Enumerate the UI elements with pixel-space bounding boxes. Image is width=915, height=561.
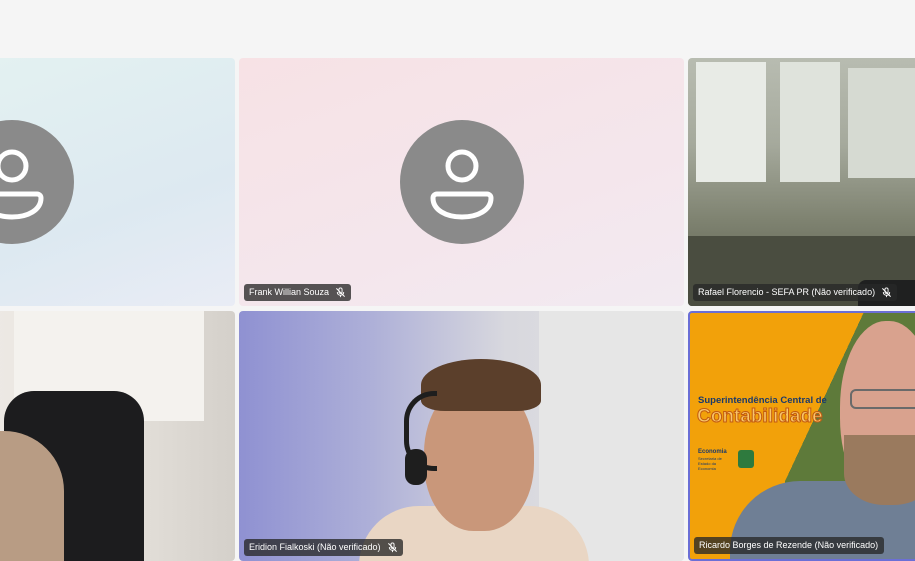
participant-tile-eridion[interactable]: Eridion Fialkoski (Não verificado)	[239, 311, 684, 561]
video-window-pane	[696, 62, 766, 182]
participant-name: Rafael Florencio - SEFA PR (Não verifica…	[698, 287, 876, 297]
participant-name: Frank Willian Souza	[249, 287, 330, 297]
person-icon	[430, 149, 494, 220]
participant-nameplate: Ricardo Borges de Rezende (Não verificad…	[694, 537, 885, 554]
video-person-beard	[844, 435, 915, 505]
participant-tile-frank[interactable]: Frank Willian Souza	[239, 58, 684, 306]
participant-tile-ricardo[interactable]: Superintendência Central de Contabilidad…	[688, 311, 915, 561]
avatar	[400, 120, 524, 244]
participant-name: Ricardo Borges de Rezende (Não verificad…	[699, 540, 879, 550]
participant-nameplate: Frank Willian Souza	[244, 284, 352, 301]
avatar	[0, 120, 74, 244]
mic-off-icon	[882, 287, 892, 298]
video-headset-earpiece	[405, 449, 427, 485]
participant-tile-1[interactable]	[0, 58, 235, 306]
slide-logo-emblem	[738, 450, 754, 468]
mic-off-icon	[336, 287, 346, 298]
participant-tile-rafael[interactable]: Rafael Florencio - SEFA PR (Não verifica…	[688, 58, 915, 306]
participant-nameplate: Eridion Fialkoski (Não verificado)	[244, 539, 403, 556]
mic-off-icon	[387, 542, 397, 553]
slide-title-line1: Superintendência Central de	[698, 395, 827, 406]
video-window-pane	[848, 68, 915, 178]
slide-title-line2: Contabilidade	[697, 406, 824, 428]
participant-nameplate: Rafael Florencio - SEFA PR (Não verifica…	[693, 284, 898, 301]
video-person-glasses	[850, 389, 915, 409]
video-person-hair	[421, 359, 541, 411]
person-icon	[0, 149, 44, 220]
meeting-top-bar	[0, 0, 915, 56]
video-window-pane	[780, 62, 840, 182]
slide-logo-text: Economia	[698, 449, 727, 455]
participant-tile-4[interactable]	[0, 311, 235, 561]
slide-logo-sub: Secretaria de Estado da Economia	[698, 456, 722, 471]
participant-name: Eridion Fialkoski (Não verificado)	[249, 542, 381, 552]
